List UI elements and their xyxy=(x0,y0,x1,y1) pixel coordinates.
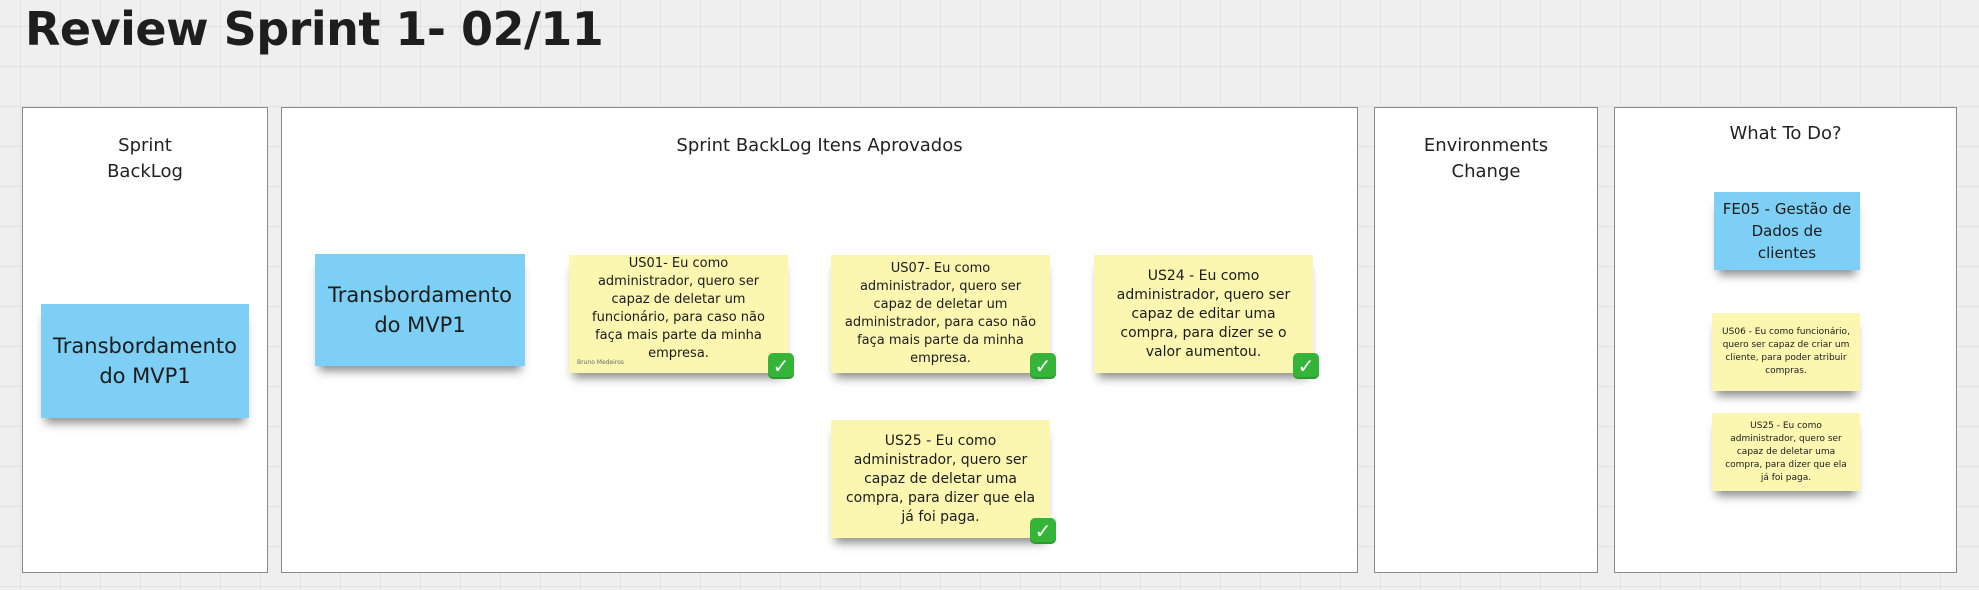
sticky-note-author: Bruno Medeiros xyxy=(577,359,624,366)
frame-title-line: Change xyxy=(1451,161,1521,182)
sticky-note-line: Transbordamento xyxy=(53,334,237,358)
frame-title-line: BackLog xyxy=(107,161,183,182)
sticky-note-us06[interactable]: US06 - Eu como funcionário, quero ser ca… xyxy=(1712,313,1860,391)
sticky-note-text: US01- Eu como administrador, quero ser c… xyxy=(592,256,765,361)
approved-check-icon: ✓ xyxy=(1030,518,1056,544)
sticky-note-text: US06 - Eu como funcionário, quero ser ca… xyxy=(1722,327,1850,376)
sticky-note-transbordamento-mvp1[interactable]: Transbordamento do MVP1 xyxy=(315,254,525,366)
frame-sprint-backlog[interactable]: Sprint BackLog Transbordamento do MVP1 xyxy=(22,107,268,573)
approved-check-icon: ✓ xyxy=(1030,353,1056,379)
frame-sprint-backlog-approved[interactable]: Sprint BackLog Itens Aprovados Transbord… xyxy=(281,107,1358,573)
sticky-note-us07[interactable]: US07- Eu como administrador, quero ser c… xyxy=(831,255,1056,379)
sticky-note-us25[interactable]: US25 - Eu como administrador, quero ser … xyxy=(831,420,1056,544)
frame-title-line: Sprint xyxy=(118,135,172,156)
frame-title-approved: Sprint BackLog Itens Aprovados xyxy=(676,135,963,156)
sticky-note-fe05[interactable]: FE05 - Gestão de Dados de clientes xyxy=(1714,192,1860,270)
frame-environments-change[interactable]: Environments Change xyxy=(1374,107,1598,573)
sticky-note-us01[interactable]: US01- Eu como administrador, quero ser c… xyxy=(569,255,794,379)
board-title: Review Sprint 1- 02/11 xyxy=(25,2,604,56)
frame-title-environments-change: Environments Change xyxy=(1375,133,1597,185)
frame-title-line: Environments xyxy=(1423,135,1549,156)
sticky-note-text: US25 - Eu como administrador, quero ser … xyxy=(1725,420,1847,483)
sticky-note-text: Transbordamento do MVP1 xyxy=(328,280,512,340)
sticky-note-line: Transbordamento xyxy=(328,283,512,307)
sticky-note-text: FE05 - Gestão de Dados de clientes xyxy=(1722,200,1852,262)
approved-check-icon: ✓ xyxy=(1293,353,1319,379)
sticky-note-us25[interactable]: US25 - Eu como administrador, quero ser … xyxy=(1712,413,1860,491)
sticky-note-transbordamento-mvp1[interactable]: Transbordamento do MVP1 xyxy=(41,304,249,418)
sticky-note-line: do MVP1 xyxy=(374,313,466,337)
approved-check-icon: ✓ xyxy=(768,353,794,379)
sticky-note-text: US25 - Eu como administrador, quero ser … xyxy=(845,432,1036,525)
frame-what-to-do[interactable]: What To Do? FE05 - Gestão de Dados de cl… xyxy=(1614,107,1957,573)
sticky-note-text: US07- Eu como administrador, quero ser c… xyxy=(844,261,1037,366)
sticky-note-text: Transbordamento do MVP1 xyxy=(53,331,237,391)
sticky-note-us24[interactable]: US24 - Eu como administrador, quero ser … xyxy=(1094,255,1319,379)
sticky-note-line: do MVP1 xyxy=(99,364,191,388)
sticky-note-text: US24 - Eu como administrador, quero ser … xyxy=(1116,267,1291,360)
frame-title-what-to-do: What To Do? xyxy=(1729,123,1842,144)
frame-title-sprint-backlog: Sprint BackLog xyxy=(23,133,267,185)
